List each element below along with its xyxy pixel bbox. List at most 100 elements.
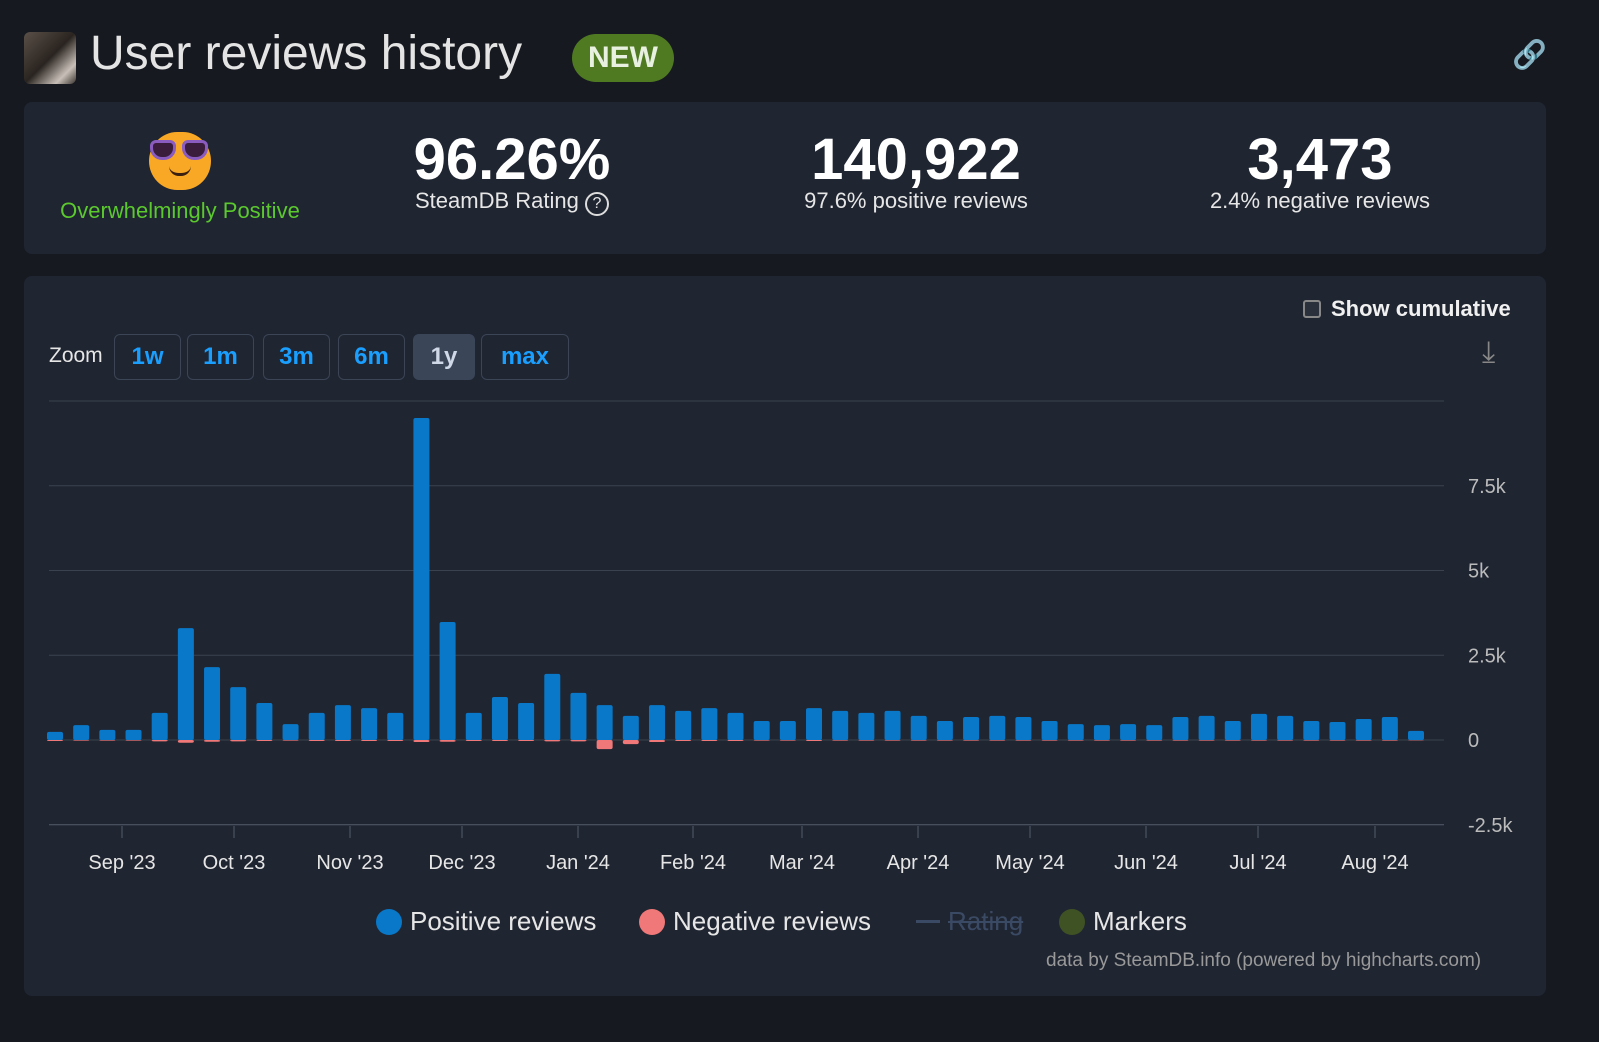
negative-bar [47,740,63,742]
negative-bar [282,740,299,741]
positive-bar [1015,716,1032,740]
x-tick-label: Mar '24 [769,852,835,874]
x-tick-label: Feb '24 [660,852,726,874]
x-tick-label: Nov '23 [316,852,383,874]
reviews-chart: 7.5k 5k 2.5k 0 -2.5k Sep '23 Oct '23 Nov '23 Dec… [47,400,1513,874]
positive-bar [675,710,692,740]
negative-bar [1172,740,1189,741]
positive-bar [518,703,535,740]
positive-bar [125,729,142,740]
positive-bar [1303,721,1320,740]
positive-bar [387,712,404,740]
positive-bar [753,721,770,740]
negative-bar [1015,740,1032,741]
negative-bar [884,740,901,741]
positive-bar [596,705,613,740]
positive-bar [989,715,1006,740]
legend-label: Positive reviews [410,906,597,936]
positive-bar [204,667,221,740]
negative-bar [387,740,404,742]
negative-bar [1381,740,1398,741]
positive-bar [648,705,665,740]
negative-dot-icon [639,908,665,935]
x-tick-label: Jan '24 [546,852,610,874]
positive-bar [858,712,875,740]
negative-bar [806,740,823,742]
y-tick-label: 5k [1468,561,1490,583]
negative-bar [675,740,692,742]
y-tick-label: 7.5k [1468,476,1507,498]
negative-bar [256,740,273,742]
positive-bar [1408,730,1424,740]
legend-label: Markers [1093,906,1187,936]
positive-bar [1329,722,1346,740]
negative-bar [1198,740,1215,741]
negative-bar [439,740,456,742]
positive-bar [1277,715,1294,740]
negative-bar [963,740,980,741]
positive-bar [544,673,561,740]
negative-bar [622,740,639,745]
positive-bar [230,687,247,740]
positive-bar [334,705,351,740]
y-tick-label: 2.5k [1468,645,1507,667]
negative-bar [544,740,561,742]
positive-bar [963,716,980,740]
positive-bar [439,622,456,740]
negative-bar [177,740,194,743]
negative-bar [989,740,1006,741]
positive-bar [832,710,849,740]
positive-bar [465,712,482,740]
positive-bar [806,708,823,740]
positive-bar [413,417,430,740]
legend-positive[interactable]: Positive reviews [376,906,596,937]
negative-bar [1224,740,1241,741]
legend-markers[interactable]: Markers [1059,906,1187,937]
x-tick-label: Sep '23 [88,852,155,874]
negative-bar [230,740,247,742]
negative-bar [1303,740,1320,741]
negative-bar [1277,740,1294,741]
negative-bar [73,740,90,741]
positive-bar [622,715,639,740]
negative-bar [465,740,482,742]
negative-bar [361,740,378,742]
x-tick-label: Oct '23 [203,852,266,874]
negative-bar [1120,740,1137,741]
legend-rating[interactable]: Rating [916,906,1023,937]
legend-negative[interactable]: Negative reviews [639,906,871,937]
negative-bar [99,740,116,741]
positive-bar [1093,725,1110,740]
x-tick-label: Apr '24 [887,852,950,874]
negative-bar [204,740,221,742]
negative-bar [779,740,796,741]
negative-bar [648,740,665,743]
rating-line-icon [916,920,940,923]
negative-bar [308,740,325,742]
positive-bar [361,708,378,740]
negative-bar [596,740,613,750]
y-tick-label: 0 [1468,730,1479,752]
positive-bar [1041,721,1058,740]
negative-bar [1093,740,1110,741]
positive-bar [47,731,63,740]
positive-bar [99,729,116,740]
negative-bar [413,740,430,743]
negative-bar [125,740,142,741]
positive-bar [1067,724,1084,740]
positive-bar [1120,724,1137,740]
negative-bar [1250,740,1267,741]
x-tick-label: Aug '24 [1341,852,1408,874]
negative-bar [570,740,587,742]
positive-bar [177,628,194,740]
legend-label: Negative reviews [673,906,871,936]
positive-bar [936,721,953,740]
markers-dot-icon [1059,908,1085,935]
x-tick-label: Jul '24 [1229,852,1286,874]
x-tick-label: Jun '24 [1114,852,1178,874]
negative-bar [1329,740,1346,741]
negative-bar [727,740,744,742]
negative-bar [832,740,849,741]
legend-label: Rating [948,906,1024,936]
positive-bar [491,696,508,740]
